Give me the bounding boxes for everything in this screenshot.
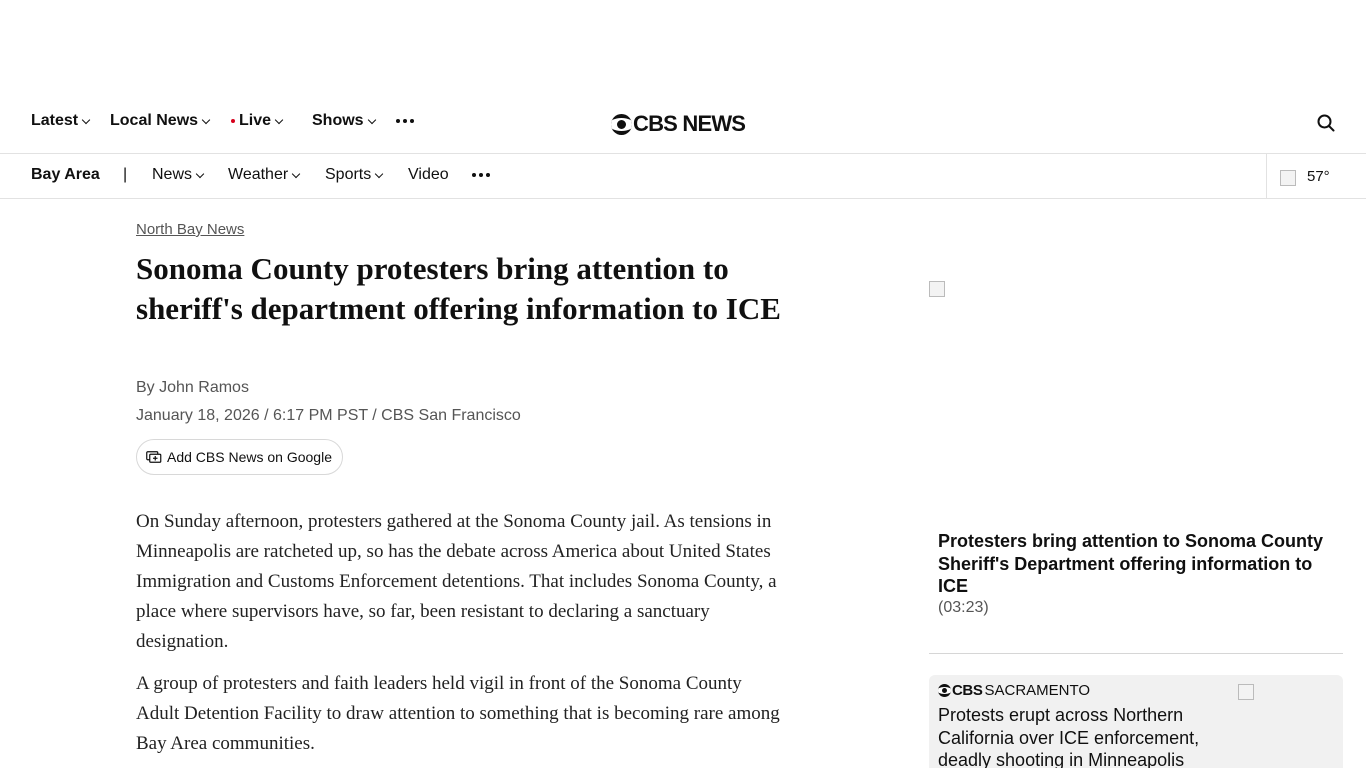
section-link[interactable]: North Bay News <box>136 221 244 238</box>
subnav-sports-label: Sports <box>325 166 372 183</box>
add-on-google-button[interactable]: Add CBS News on Google <box>136 439 343 475</box>
search-icon[interactable] <box>1317 114 1335 132</box>
subnav-weather-label: Weather <box>228 166 289 183</box>
video-title[interactable]: Protesters bring attention to Sonoma Cou… <box>938 530 1338 598</box>
nav-shows[interactable]: Shows <box>312 112 376 130</box>
video-thumbnail-image-icon <box>929 281 945 297</box>
nav-separator: | <box>123 166 128 183</box>
chevron-down-icon <box>81 115 91 124</box>
nav-live[interactable]: Live <box>231 112 284 130</box>
chevron-down-icon <box>375 169 384 178</box>
region-label: Bay Area <box>31 166 100 183</box>
chevron-down-icon <box>201 115 211 124</box>
card-title: Protests erupt across Northern Californi… <box>938 705 1200 768</box>
cbs-news-logo[interactable]: CBS NEWS <box>611 111 746 137</box>
nav-local-news[interactable]: Local News <box>110 112 211 130</box>
live-dot-icon <box>231 119 235 123</box>
more-subnav-ellipsis-icon[interactable] <box>472 173 490 177</box>
weather-widget[interactable]: 57° <box>1266 154 1366 198</box>
subnav-sports[interactable]: Sports <box>325 166 384 184</box>
related-story-card[interactable]: CBS SACRAMENTO Protests erupt across Nor… <box>929 675 1343 768</box>
main-nav: Latest Local News Live Shows CBS NEWS <box>0 100 1366 154</box>
nav-live-label: Live <box>239 112 272 129</box>
article-paragraph-2: A group of protesters and faith leaders … <box>136 673 780 754</box>
article-headline: Sonoma County protesters bring attention… <box>136 251 781 326</box>
logo-text: CBS NEWS <box>633 111 746 136</box>
card-brand-bold: CBS <box>952 682 983 699</box>
subnav-weather[interactable]: Weather <box>228 166 301 184</box>
video-duration: (03:23) <box>938 599 989 616</box>
nav-latest[interactable]: Latest <box>31 112 91 130</box>
chevron-down-icon <box>367 115 376 124</box>
chevron-down-icon <box>274 115 284 124</box>
chevron-down-icon <box>195 169 205 178</box>
add-on-google-label: Add CBS News on Google <box>167 449 332 465</box>
subnav-video[interactable]: Video <box>408 166 449 184</box>
article-byline: By John Ramos <box>136 379 249 396</box>
subnav-news-label: News <box>152 166 193 183</box>
nav-shows-label: Shows <box>312 112 364 129</box>
cbs-eye-icon <box>611 113 632 135</box>
nav-latest-label: Latest <box>31 112 79 129</box>
weather-icon <box>1280 170 1296 186</box>
nav-local-news-label: Local News <box>110 112 199 129</box>
region-bay-area[interactable]: Bay Area <box>31 166 100 184</box>
video-player[interactable] <box>929 281 1343 514</box>
add-source-icon <box>146 451 162 463</box>
cbs-eye-icon <box>938 684 951 697</box>
weather-temperature: 57° <box>1307 167 1330 185</box>
article-paragraph-1: On Sunday afternoon, protesters gathered… <box>136 511 777 652</box>
article-dateline: January 18, 2026 / 6:17 PM PST / CBS San… <box>136 407 521 424</box>
more-nav-ellipsis-icon[interactable] <box>396 119 414 123</box>
card-thumbnail-image-icon <box>1238 684 1254 700</box>
card-brand-station: SACRAMENTO <box>984 682 1091 699</box>
card-brand: CBS SACRAMENTO <box>938 682 1090 699</box>
subnav-video-label: Video <box>408 166 449 183</box>
subnav-news[interactable]: News <box>152 166 205 184</box>
local-nav: Bay Area | News Weather Sports Video 57° <box>0 154 1366 199</box>
rail-divider <box>929 653 1343 654</box>
chevron-down-icon <box>291 169 301 178</box>
